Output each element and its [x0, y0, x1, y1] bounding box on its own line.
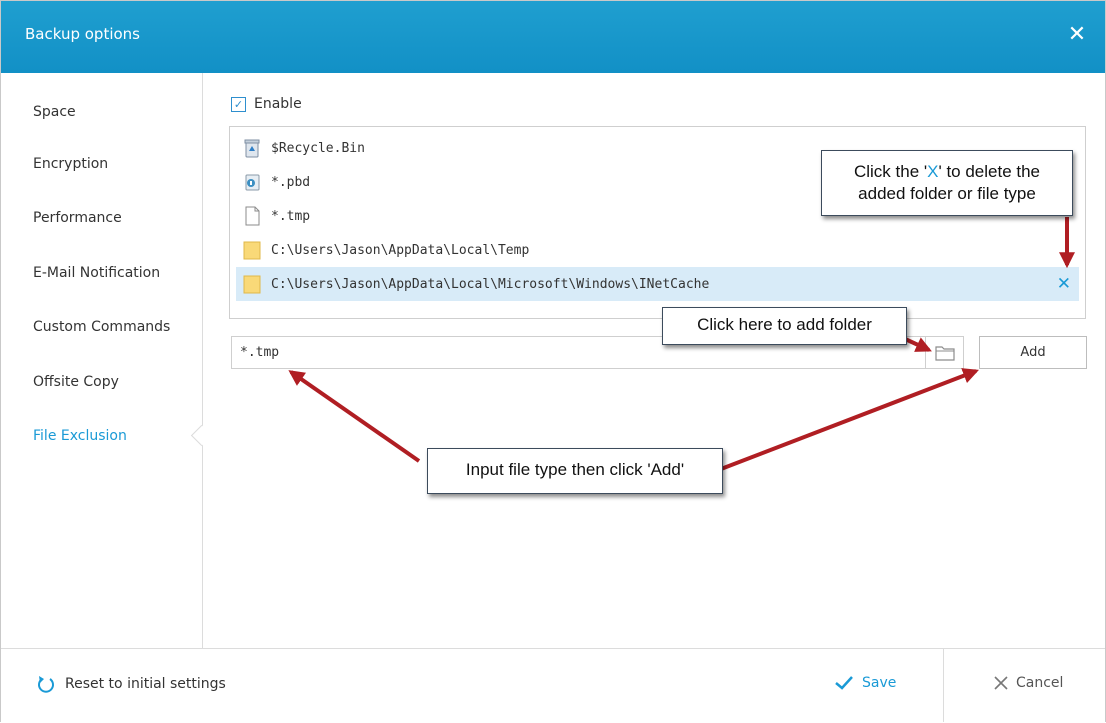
list-item-label: C:\Users\Jason\AppData\Local\Temp: [271, 242, 530, 258]
callout-text: added folder or file type: [858, 184, 1036, 203]
list-item[interactable]: C:\Users\Jason\AppData\Local\Temp: [236, 233, 1079, 267]
delete-callout: Click the 'X' to delete the added folder…: [821, 150, 1073, 216]
reset-icon: [38, 676, 54, 693]
callout-highlight: X: [927, 162, 939, 181]
recycle-bin-icon: [244, 139, 260, 158]
sidebar: Space Encryption Performance E-Mail Noti…: [1, 73, 203, 648]
folder-icon: [243, 275, 261, 294]
sidebar-item-file-exclusion[interactable]: File Exclusion: [33, 428, 127, 444]
input-callout: Input file type then click 'Add': [427, 448, 723, 494]
cancel-x-icon: [994, 676, 1008, 690]
sidebar-item-space[interactable]: Space: [33, 104, 76, 120]
file-icon: [245, 206, 260, 226]
list-item-label: $Recycle.Bin: [271, 140, 365, 156]
list-item-selected[interactable]: C:\Users\Jason\AppData\Local\Microsoft\W…: [236, 267, 1079, 301]
title-bar: Backup options ✕: [1, 1, 1105, 73]
sidebar-item-encryption[interactable]: Encryption: [33, 156, 108, 172]
save-label: Save: [862, 675, 897, 691]
close-icon[interactable]: ✕: [1061, 19, 1093, 51]
save-button[interactable]: Save: [834, 675, 896, 691]
list-item-label: C:\Users\Jason\AppData\Local\Microsoft\W…: [271, 276, 710, 292]
enable-label: Enable: [254, 96, 302, 112]
browse-folder-button[interactable]: [926, 336, 964, 369]
backup-file-icon: [245, 174, 260, 191]
add-button[interactable]: Add: [979, 336, 1087, 369]
cancel-label: Cancel: [1016, 675, 1064, 691]
cancel-area: Cancel: [943, 649, 1106, 722]
folder-outline-icon: [934, 345, 955, 361]
cancel-button[interactable]: Cancel: [994, 675, 1063, 691]
browse-callout: Click here to add folder: [662, 307, 907, 345]
sidebar-item-custom-commands[interactable]: Custom Commands: [33, 319, 170, 335]
dialog-title: Backup options: [25, 25, 140, 43]
sidebar-item-email-notification[interactable]: E-Mail Notification: [33, 265, 160, 281]
checkmark-icon: [835, 676, 853, 690]
delete-icon[interactable]: ✕: [1057, 274, 1071, 294]
enable-checkbox[interactable]: ✓ Enable: [231, 96, 302, 112]
list-item-label: *.tmp: [271, 208, 311, 224]
checkbox-checked-icon: ✓: [231, 96, 246, 112]
backup-options-dialog: Backup options ✕ Space Encryption Perfor…: [0, 0, 1106, 722]
sidebar-item-offsite-copy[interactable]: Offsite Copy: [33, 374, 119, 390]
callout-text: ' to delete the: [938, 162, 1041, 181]
sidebar-item-performance[interactable]: Performance: [33, 210, 122, 226]
folder-icon: [243, 241, 261, 260]
list-item-label: *.pbd: [271, 174, 311, 190]
reset-label: Reset to initial settings: [65, 676, 226, 692]
footer: Reset to initial settings Save Cancel: [1, 648, 1105, 722]
callout-text: Click the ': [853, 162, 928, 181]
reset-button[interactable]: Reset to initial settings: [37, 675, 226, 693]
